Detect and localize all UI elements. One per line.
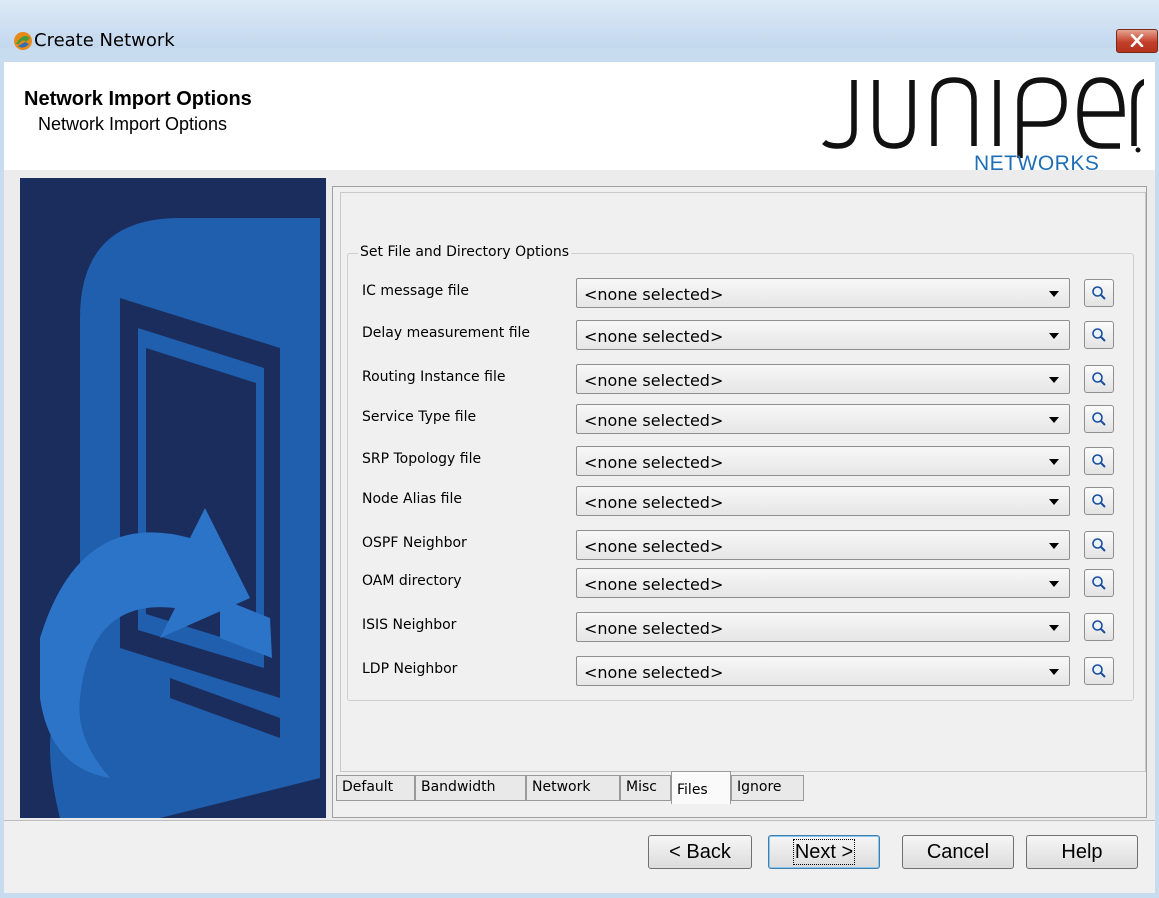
row-label: OAM directory <box>362 573 462 589</box>
search-icon <box>1092 328 1106 342</box>
row-label: Node Alias file <box>362 491 462 507</box>
search-icon <box>1092 454 1106 468</box>
file-select-dropdown[interactable]: <none selected> <box>576 320 1070 350</box>
search-icon <box>1092 664 1106 678</box>
tab-files[interactable]: Files <box>671 771 731 804</box>
group-legend: Set File and Directory Options <box>358 244 572 260</box>
close-icon <box>1130 34 1144 47</box>
search-icon <box>1092 538 1106 552</box>
browse-button[interactable] <box>1084 365 1114 393</box>
file-select-dropdown[interactable]: <none selected> <box>576 404 1070 434</box>
browse-button[interactable] <box>1084 279 1114 307</box>
file-select-dropdown[interactable]: <none selected> <box>576 486 1070 516</box>
close-button[interactable] <box>1116 29 1158 53</box>
chevron-down-icon <box>1049 669 1059 675</box>
back-button[interactable]: < Back <box>648 835 752 869</box>
dropdown-value: <none selected> <box>584 663 724 682</box>
wizard-side-graphic <box>20 178 326 818</box>
dropdown-value: <none selected> <box>584 537 724 556</box>
back-button-label: < Back <box>669 841 731 863</box>
dropdown-value: <none selected> <box>584 411 724 430</box>
file-select-dropdown[interactable]: <none selected> <box>576 530 1070 560</box>
file-select-dropdown[interactable]: <none selected> <box>576 278 1070 308</box>
browse-button[interactable] <box>1084 487 1114 515</box>
browse-button[interactable] <box>1084 613 1114 641</box>
search-icon <box>1092 620 1106 634</box>
chevron-down-icon <box>1049 291 1059 297</box>
dialog-window: Create Network Network Import Options Ne… <box>0 0 1159 898</box>
file-select-dropdown[interactable]: <none selected> <box>576 364 1070 394</box>
browse-button[interactable] <box>1084 657 1114 685</box>
chevron-down-icon <box>1049 499 1059 505</box>
dropdown-value: <none selected> <box>584 453 724 472</box>
wizard-header: Network Import Options Network Import Op… <box>4 62 1155 175</box>
chevron-down-icon <box>1049 625 1059 631</box>
next-button[interactable]: Next > <box>768 835 880 869</box>
tab-network[interactable]: Network <box>526 775 620 801</box>
chevron-down-icon <box>1049 459 1059 465</box>
chevron-down-icon <box>1049 417 1059 423</box>
file-select-dropdown[interactable]: <none selected> <box>576 568 1070 598</box>
cancel-button-label: Cancel <box>926 841 990 863</box>
app-icon <box>14 32 32 50</box>
chevron-down-icon <box>1049 581 1059 587</box>
next-button-label: Next > <box>792 839 856 865</box>
window-title: Create Network <box>34 30 175 51</box>
row-label: Service Type file <box>362 409 477 425</box>
chevron-down-icon <box>1049 543 1059 549</box>
dropdown-value: <none selected> <box>584 575 724 594</box>
dropdown-value: <none selected> <box>584 619 724 638</box>
file-select-dropdown[interactable]: <none selected> <box>576 656 1070 686</box>
row-label: Routing Instance file <box>362 369 506 385</box>
browse-button[interactable] <box>1084 405 1114 433</box>
row-label: SRP Topology file <box>362 451 482 467</box>
row-label: OSPF Neighbor <box>362 535 467 551</box>
tab-default[interactable]: Default <box>336 775 415 801</box>
dropdown-value: <none selected> <box>584 327 724 346</box>
row-label: Delay measurement file <box>362 325 531 341</box>
help-button[interactable]: Help <box>1026 835 1138 869</box>
browse-button[interactable] <box>1084 531 1114 559</box>
search-icon <box>1092 372 1106 386</box>
page-title: Network Import Options <box>24 88 252 110</box>
page-subtitle: Network Import Options <box>38 114 228 134</box>
browse-button[interactable] <box>1084 321 1114 349</box>
chevron-down-icon <box>1049 377 1059 383</box>
cancel-button[interactable]: Cancel <box>902 835 1014 869</box>
tab-ignore[interactable]: Ignore <box>731 775 804 801</box>
file-select-dropdown[interactable]: <none selected> <box>576 446 1070 476</box>
dropdown-value: <none selected> <box>584 371 724 390</box>
search-icon <box>1092 286 1106 300</box>
search-icon <box>1092 576 1106 590</box>
dropdown-value: <none selected> <box>584 493 724 512</box>
browse-button[interactable] <box>1084 569 1114 597</box>
import-illustration <box>20 178 326 818</box>
tab-misc[interactable]: Misc <box>620 775 671 801</box>
dropdown-value: <none selected> <box>584 285 724 304</box>
juniper-logo: NETWORKS <box>814 68 1155 175</box>
browse-button[interactable] <box>1084 447 1114 475</box>
help-button-label: Help <box>1061 841 1103 863</box>
chevron-down-icon <box>1049 333 1059 339</box>
title-bar[interactable]: Create Network <box>0 0 1159 53</box>
file-select-dropdown[interactable]: <none selected> <box>576 612 1070 642</box>
row-label: IC message file <box>362 283 470 299</box>
tab-bandwidth[interactable]: Bandwidth <box>415 775 526 801</box>
search-icon <box>1092 494 1106 508</box>
row-label: ISIS Neighbor <box>362 617 457 633</box>
row-label: LDP Neighbor <box>362 661 458 677</box>
search-icon <box>1092 412 1106 426</box>
juniper-wordmark <box>822 77 1155 158</box>
